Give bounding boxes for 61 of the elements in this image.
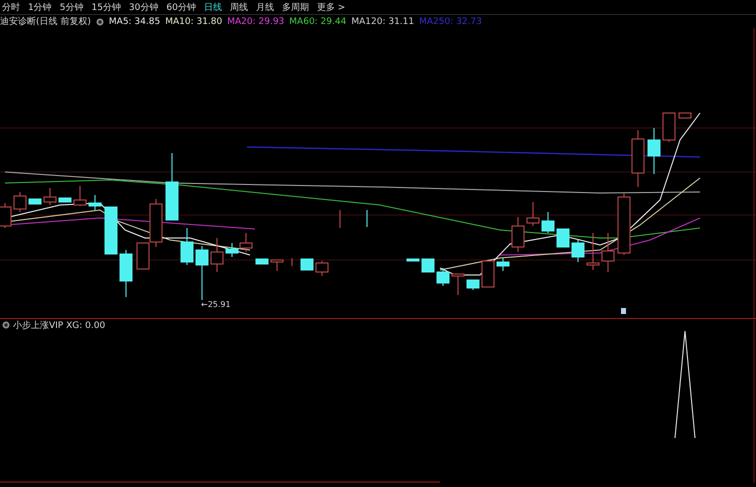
ma-reading: MA250: 32.73 [419, 16, 482, 26]
candlestick [648, 128, 660, 174]
candlestick [542, 212, 554, 234]
period-tab[interactable]: 分时 [2, 0, 20, 14]
candlestick [44, 188, 56, 206]
period-tab[interactable]: 周线 [230, 0, 248, 14]
ma-reading: MA60: 29.44 [289, 16, 346, 26]
candlestick [422, 258, 434, 272]
candlestick [618, 192, 630, 256]
period-tab[interactable]: 1分钟 [28, 0, 52, 14]
candlestick [452, 274, 464, 296]
period-tab[interactable]: 日线 [204, 0, 222, 14]
ma-reading: MA120: 31.11 [351, 16, 414, 26]
period-tab[interactable]: 60分钟 [166, 0, 196, 14]
candlestick [256, 258, 268, 264]
settings-icon [96, 18, 104, 26]
candlestick [556, 228, 570, 248]
candlestick [406, 258, 420, 262]
candlestick [662, 112, 676, 142]
candlestick [180, 228, 194, 266]
candlestick [120, 250, 132, 298]
candlestick [512, 216, 524, 252]
period-tab[interactable]: 30分钟 [128, 0, 158, 14]
marker-icon [621, 308, 626, 314]
candlestick [226, 242, 238, 258]
candlestick [316, 260, 328, 276]
candlestick [270, 260, 284, 272]
candlestick [366, 210, 368, 228]
candlestick [678, 112, 692, 118]
candlestick [58, 198, 72, 202]
period-tab[interactable]: 15分钟 [91, 0, 121, 14]
candlestick [166, 152, 178, 220]
candlestick [496, 258, 510, 272]
candlestick [602, 232, 614, 272]
settings-icon [2, 321, 10, 329]
candlestick [586, 232, 600, 270]
candlestick [28, 198, 42, 204]
candlestick [482, 260, 494, 288]
candlestick [196, 246, 208, 300]
indicator-label: 小步上涨VIP XG: 0.00 [13, 320, 106, 332]
candlestick [210, 238, 224, 272]
candlestick [104, 206, 118, 254]
stock-title: 迪安诊断(日线 前复权) [0, 16, 91, 28]
candlestick [240, 232, 252, 252]
candlestick [466, 280, 480, 290]
ma-reading: MA5: 34.85 [108, 16, 160, 26]
period-tab[interactable]: 多周期 [282, 0, 309, 14]
ma-reading: MA10: 31.80 [165, 16, 222, 26]
low-price-label: ←25.91 [201, 300, 231, 309]
candlestick [14, 192, 26, 212]
ma-reading: MA20: 29.93 [227, 16, 284, 26]
period-tab[interactable]: 更多 > [316, 0, 346, 14]
candlestick [632, 130, 644, 188]
candlestick [88, 194, 102, 210]
candlestick [526, 202, 540, 226]
candlestick [300, 258, 314, 270]
candlestick [436, 268, 450, 286]
period-tab[interactable]: 月线 [256, 0, 274, 14]
candlestick [572, 240, 584, 262]
candlestick [74, 186, 86, 206]
period-tab[interactable]: 5分钟 [60, 0, 84, 14]
